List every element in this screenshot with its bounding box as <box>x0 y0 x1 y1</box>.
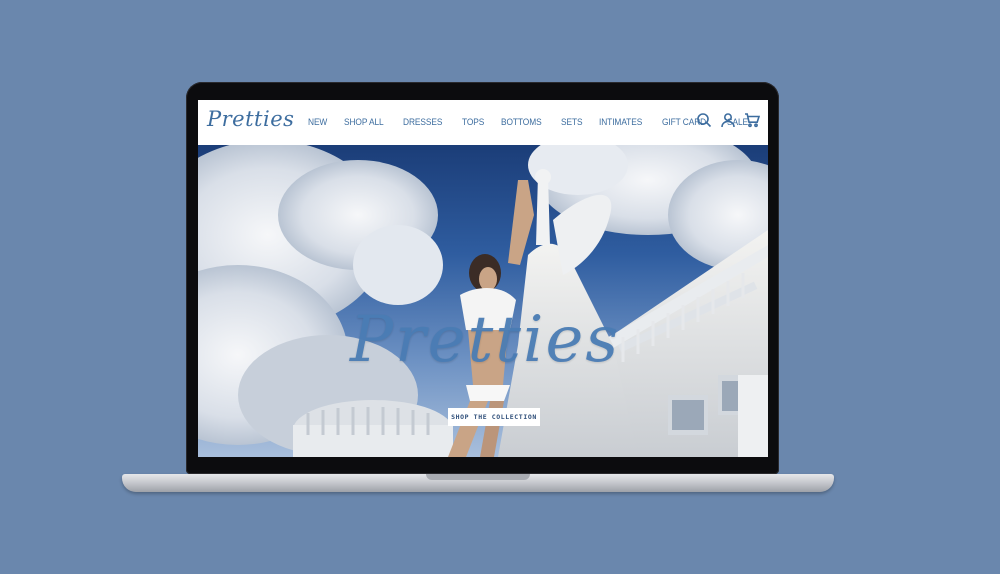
shop-the-collection-button[interactable]: SHOP THE COLLECTION <box>448 408 540 426</box>
nav-link-shop-all[interactable]: SHOP ALL <box>344 117 384 128</box>
nav-link-sets[interactable]: SETS <box>561 117 583 128</box>
account-icon[interactable] <box>720 112 736 128</box>
search-icon[interactable] <box>696 112 712 128</box>
site-header: Pretties NEW SHOP ALL DRESSES TOPS BOTTO… <box>198 100 768 145</box>
hero-wordmark: Pretties <box>350 303 621 377</box>
header-icons <box>696 112 761 128</box>
browser-viewport: Pretties NEW SHOP ALL DRESSES TOPS BOTTO… <box>198 100 768 457</box>
laptop-notch <box>426 474 530 480</box>
nav-link-intimates[interactable]: INTIMATES <box>599 117 642 128</box>
nav-link-dresses[interactable]: DRESSES <box>403 117 442 128</box>
cart-icon[interactable] <box>744 112 761 128</box>
brand-logo[interactable]: Pretties <box>207 107 294 131</box>
nav-link-bottoms[interactable]: BOTTOMS <box>501 117 542 128</box>
nav-link-tops[interactable]: TOPS <box>462 117 484 128</box>
nav-link-new[interactable]: NEW <box>308 117 327 128</box>
hero-banner: Pretties SHOP THE COLLECTION <box>198 145 768 457</box>
